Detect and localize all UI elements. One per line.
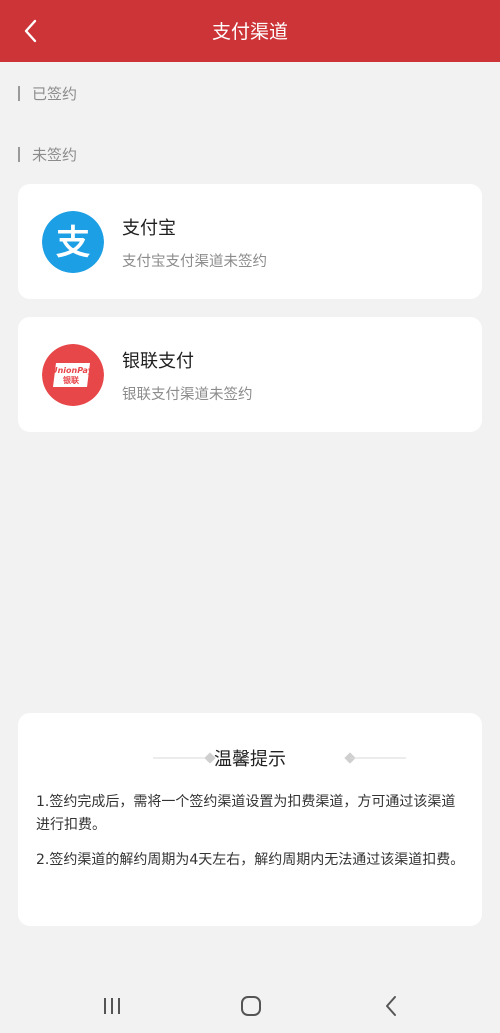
unionpay-logo-icon: UnionPay 银联 <box>42 344 104 406</box>
section-signed-label: 已签约 <box>32 84 78 103</box>
page-title: 支付渠道 <box>211 21 288 43</box>
system-back-button[interactable] <box>361 978 421 1033</box>
section-marker <box>18 85 20 101</box>
tips-divider-right <box>344 752 406 764</box>
system-nav-bar <box>0 978 500 1033</box>
channel-card-alipay[interactable]: 支 支付宝 支付宝支付渠道未签约 <box>18 184 482 299</box>
unionpay-logo-text: UnionPay <box>51 366 94 375</box>
alipay-logo-glyph: 支 <box>56 223 90 263</box>
tip-item: 2.签约渠道的解约周期为4天左右，解约周期内无法通过该渠道扣费。 <box>36 852 465 868</box>
alipay-logo-icon: 支 <box>42 211 104 273</box>
back-icon <box>386 995 396 1016</box>
section-unsigned: 未签约 <box>18 144 77 164</box>
home-button[interactable] <box>221 978 281 1033</box>
channel-name: 银联支付 <box>122 351 194 372</box>
section-unsigned-label: 未签约 <box>32 145 78 164</box>
tip-item: 1.签约完成后，需将一个签约渠道设置为扣费渠道，方可通过该渠道进行扣费。 <box>36 794 456 833</box>
channel-card-unionpay[interactable]: UnionPay 银联 银联支付 银联支付渠道未签约 <box>18 317 482 432</box>
channel-status: 银联支付渠道未签约 <box>122 387 253 403</box>
channel-name: 支付宝 <box>122 218 176 239</box>
channel-status: 支付宝支付渠道未签约 <box>122 254 267 270</box>
app-header: 支付渠道 <box>0 0 500 62</box>
section-signed: 已签约 <box>18 83 77 103</box>
section-marker <box>18 146 20 162</box>
unionpay-logo-subtext: 银联 <box>62 375 79 385</box>
recent-apps-button[interactable] <box>82 978 142 1033</box>
tips-card: 温馨提示 1.签约完成后，需将一个签约渠道设置为扣费渠道，方可通过该渠道进行扣费… <box>18 713 482 926</box>
recent-apps-icon <box>104 997 120 1014</box>
home-icon <box>241 995 261 1016</box>
